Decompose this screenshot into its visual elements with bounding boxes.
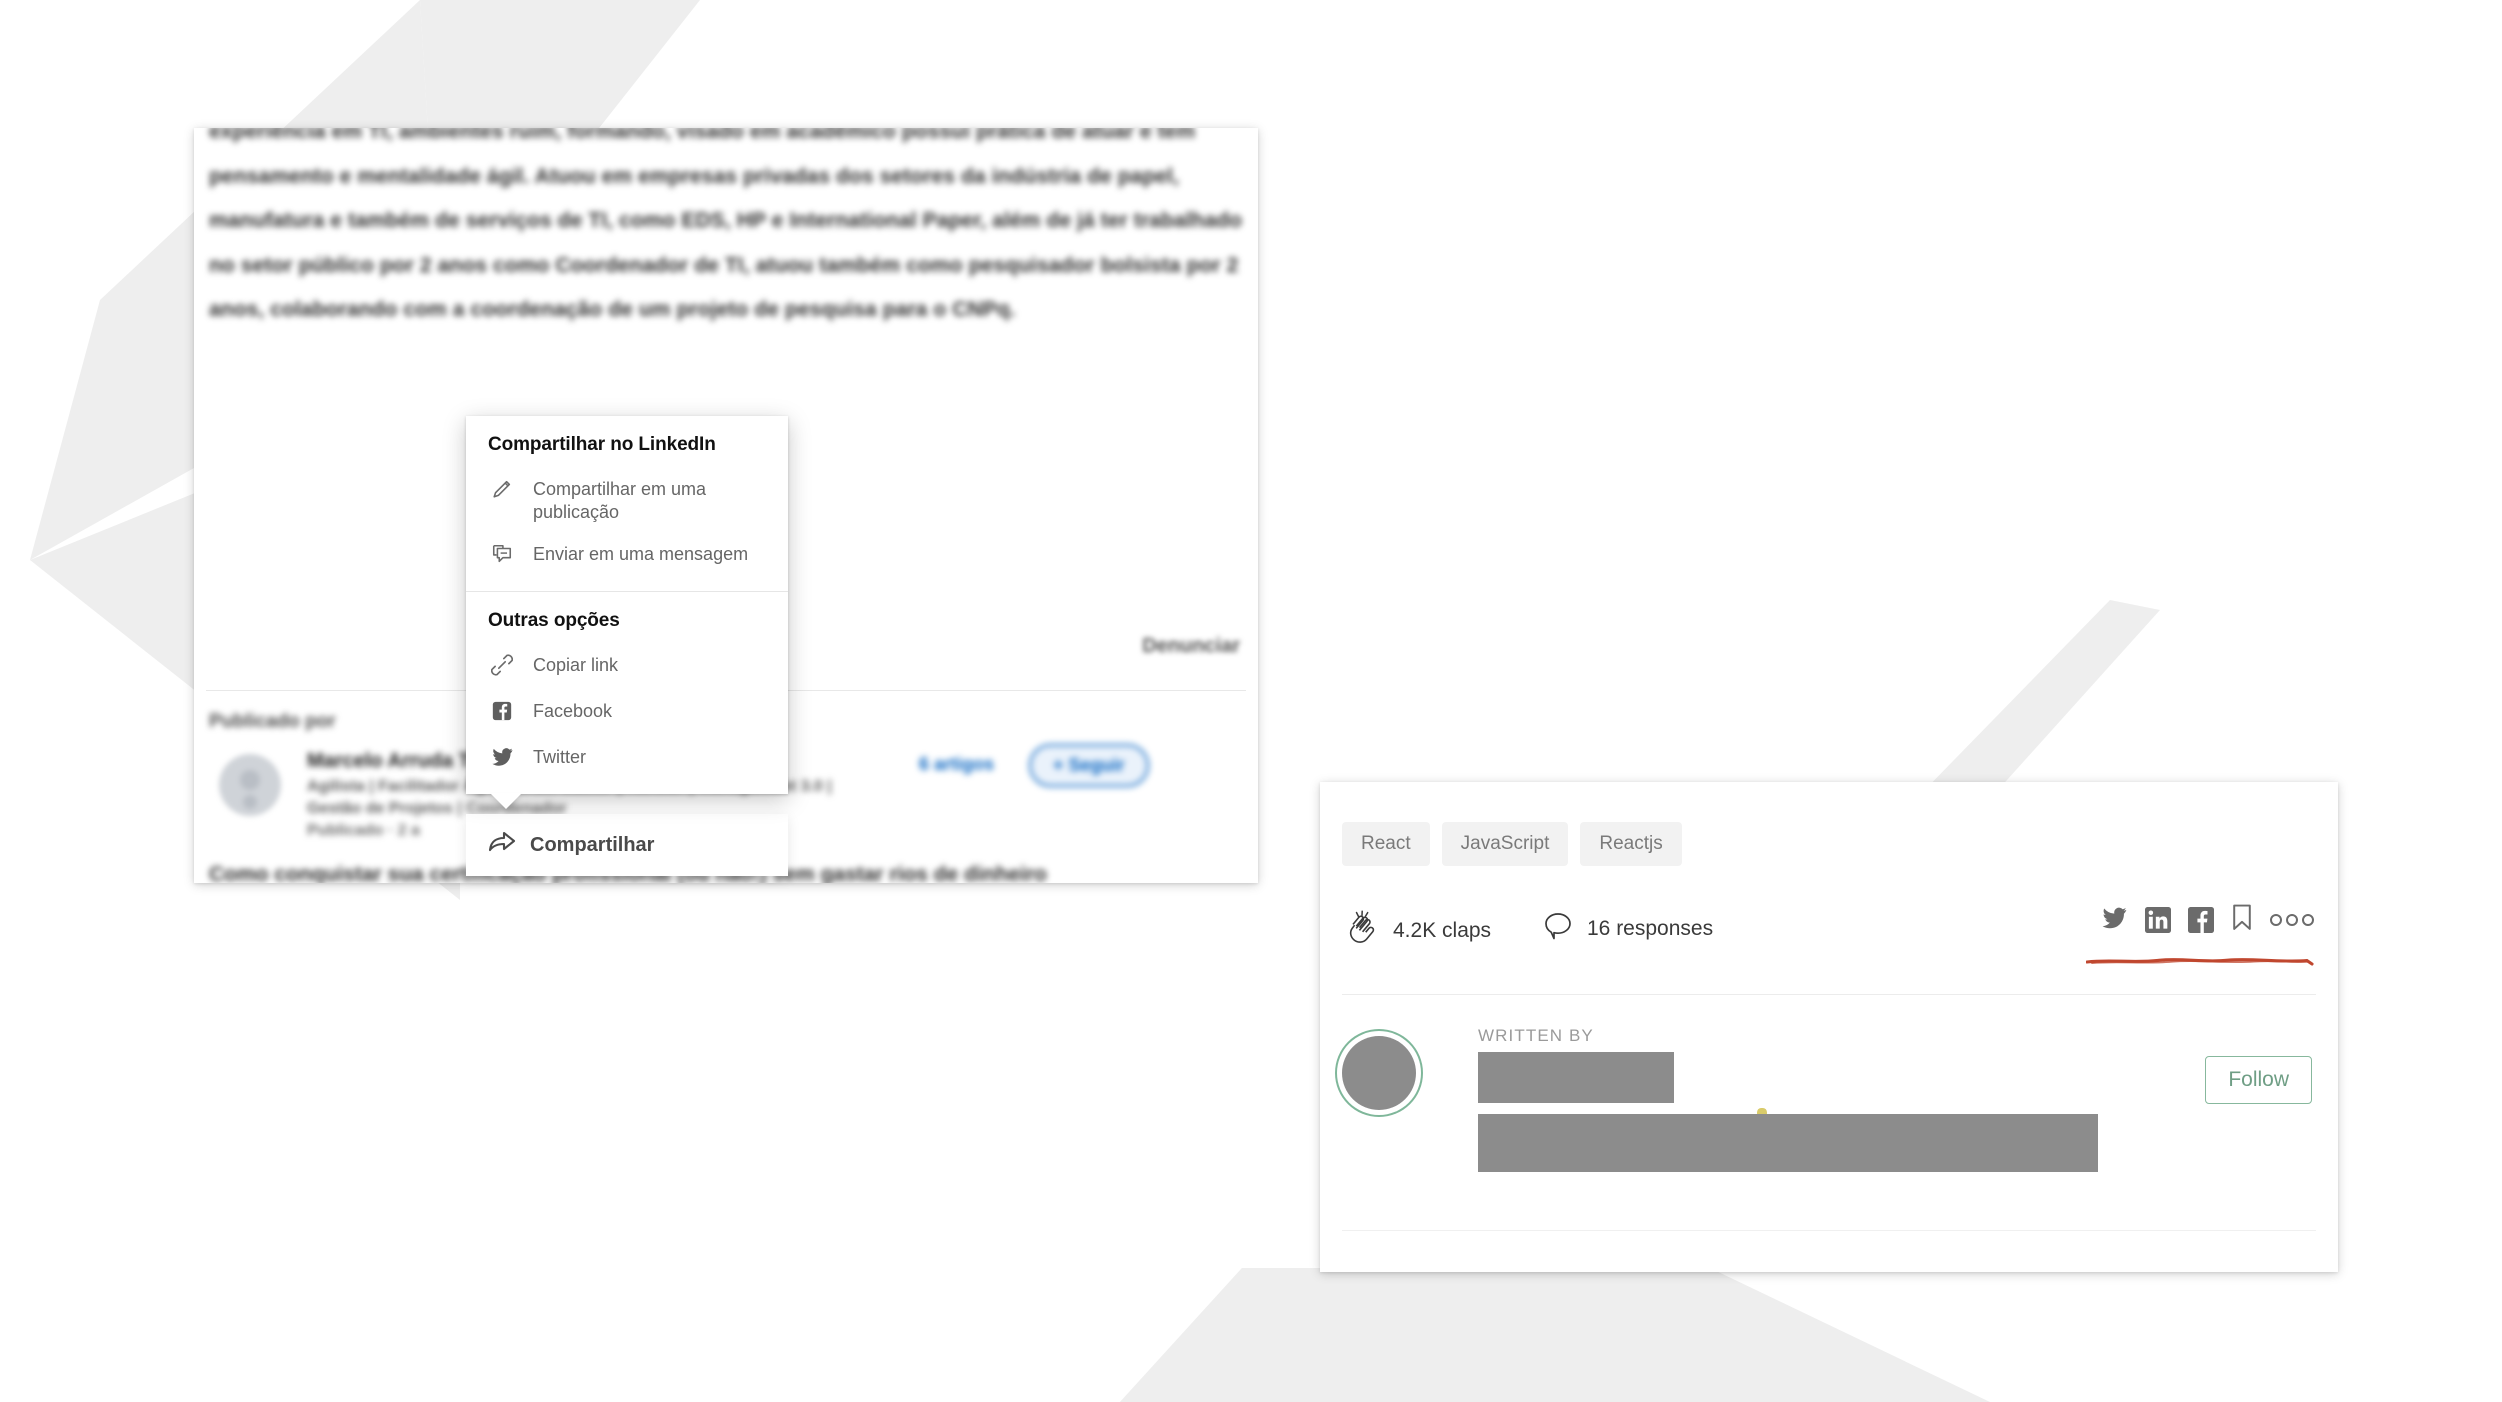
more-dot [2270, 914, 2282, 926]
clap-icon [1346, 910, 1380, 952]
pencil-icon [488, 478, 516, 504]
red-underline-annotation [2086, 958, 2314, 966]
author-avatar[interactable] [219, 754, 281, 816]
written-by-label: WRITTEN BY [1478, 1026, 1594, 1045]
published-timestamp: Publicado · 2 a [307, 822, 420, 839]
dropdown-heading-linkedin: Compartilhar no LinkedIn [488, 434, 716, 455]
twitter-icon[interactable] [2101, 905, 2128, 936]
follow-button[interactable]: Follow [2205, 1056, 2312, 1104]
copy-link-item[interactable]: Copiar link [466, 644, 788, 690]
more-icon[interactable] [2270, 914, 2314, 926]
facebook-share-item[interactable]: Facebook [466, 690, 788, 736]
facebook-icon[interactable] [2188, 907, 2214, 933]
response-bubble-icon [1542, 910, 1574, 948]
share-in-post-label: Compartilhar em uma publicação [533, 479, 707, 522]
published-by-label: Publicado por [209, 711, 336, 732]
more-dot [2286, 914, 2298, 926]
share-arrow-icon [488, 830, 516, 860]
author-name-redacted [1478, 1052, 1674, 1103]
dropdown-section-other: Outras opções Copiar link Facebook Twitt… [466, 591, 788, 794]
follow-author-button[interactable]: + Seguir [1029, 744, 1149, 787]
author-row: WRITTEN BY Follow [1342, 1026, 2316, 1206]
report-link[interactable]: Denunciar [1142, 635, 1240, 658]
copy-link-label: Copiar link [533, 655, 619, 675]
author-article-count: 6 artigos [919, 754, 995, 774]
tag-item[interactable]: JavaScript [1441, 822, 1569, 866]
share-button[interactable]: Compartilhar [466, 814, 788, 876]
more-dot [2302, 914, 2314, 926]
author-avatar[interactable] [1342, 1036, 1416, 1110]
send-in-message-item[interactable]: Enviar em uma mensagem [466, 533, 788, 579]
share-button-label: Compartilhar [530, 833, 655, 856]
screenshot-canvas: experiência em TI, ambientes ruim, forma… [0, 0, 2502, 1402]
social-share-group [2101, 904, 2314, 936]
twitter-share-item[interactable]: Twitter [466, 736, 788, 782]
tag-item[interactable]: Reactjs [1580, 822, 1682, 866]
divider-engagement [1342, 994, 2316, 995]
share-dropdown-menu: Compartilhar no LinkedIn Compartilhar em… [466, 416, 788, 794]
claps-count-label: 4.2K claps [1393, 919, 1492, 942]
article-body-text: experiência em TI, ambientes ruim, forma… [209, 128, 1243, 321]
facebook-share-label: Facebook [533, 701, 613, 721]
dropdown-heading-other: Outras opções [488, 610, 620, 631]
responses-button[interactable]: 16 responses [1542, 910, 1713, 948]
tag-list: React JavaScript Reactjs [1342, 822, 1682, 866]
message-icon [488, 543, 516, 569]
divider-author [1342, 1230, 2316, 1231]
share-in-post-item[interactable]: Compartilhar em uma publicação [466, 468, 788, 533]
author-bio-redacted [1478, 1114, 2098, 1172]
engagement-row: 4.2K claps 16 responses [1342, 904, 2316, 966]
medium-article-footer-card: React JavaScript Reactjs 4.2K claps 16 r… [1320, 782, 2338, 1272]
linkedin-icon[interactable] [2145, 907, 2171, 933]
bookmark-icon[interactable] [2231, 904, 2253, 936]
twitter-share-label: Twitter [533, 747, 587, 767]
twitter-icon [488, 746, 516, 772]
tag-item[interactable]: React [1342, 822, 1430, 866]
send-in-message-label: Enviar em uma mensagem [533, 544, 749, 564]
claps-button[interactable]: 4.2K claps [1346, 910, 1491, 952]
responses-count-label: 16 responses [1587, 917, 1714, 940]
dropdown-section-linkedin: Compartilhar no LinkedIn Compartilhar em… [466, 416, 788, 591]
facebook-icon [488, 700, 516, 726]
link-icon [488, 654, 516, 680]
